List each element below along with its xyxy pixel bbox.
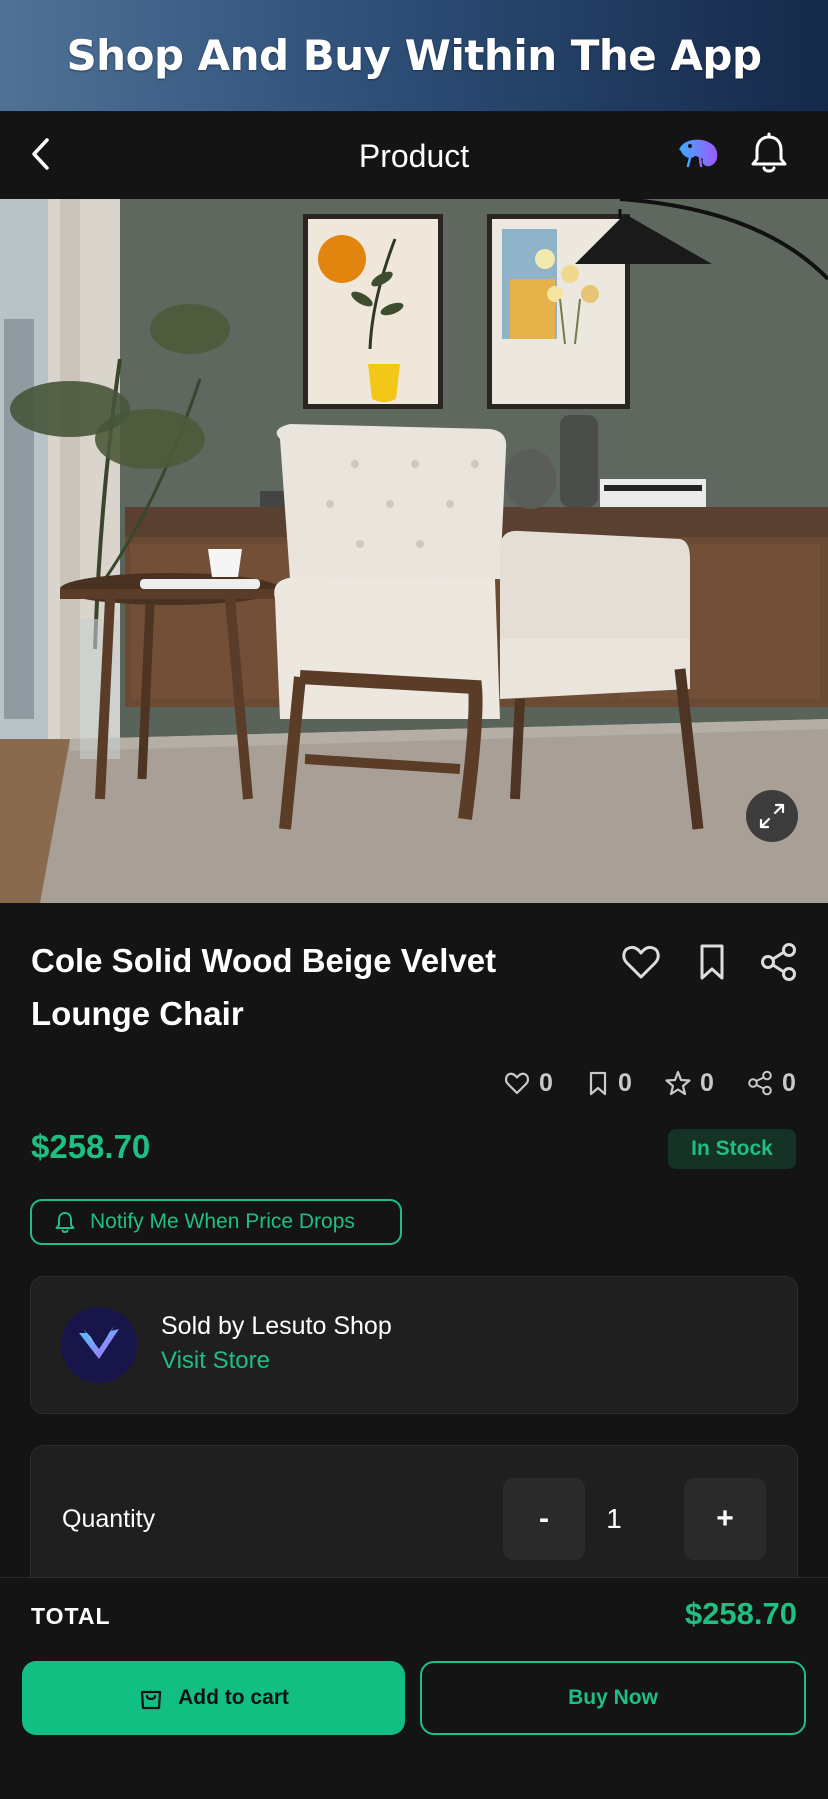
- buy-now-button[interactable]: Buy Now: [420, 1661, 806, 1735]
- star-icon: [665, 1070, 691, 1096]
- seller-logo-icon: [61, 1307, 137, 1383]
- chameleon-logo-icon[interactable]: [676, 134, 722, 174]
- share-count-value: 0: [782, 1068, 796, 1097]
- bookmark-small-icon: [589, 1071, 607, 1096]
- share-icon[interactable]: [757, 940, 801, 984]
- quantity-decrease-button[interactable]: -: [503, 1478, 585, 1560]
- promo-banner-text: Shop And Buy Within The App: [66, 31, 762, 80]
- bookmark-count: 0: [586, 1066, 632, 1100]
- share-count: 0: [746, 1066, 796, 1100]
- share-small-icon: [748, 1070, 772, 1096]
- add-to-cart-button[interactable]: Add to cart: [22, 1661, 405, 1735]
- like-count-value: 0: [539, 1068, 553, 1097]
- product-price: $258.70: [31, 1128, 151, 1165]
- quantity-increase-button[interactable]: +: [684, 1478, 766, 1560]
- total-label: TOTAL: [31, 1603, 111, 1629]
- notify-label: Notify Me When Price Drops: [90, 1210, 355, 1233]
- quantity-card: Quantity - 1 +: [30, 1445, 798, 1585]
- like-count: 0: [503, 1066, 553, 1100]
- bookmark-count-value: 0: [618, 1068, 632, 1097]
- bookmark-icon[interactable]: [690, 940, 734, 984]
- visit-store-link[interactable]: Visit Store: [161, 1347, 270, 1375]
- add-to-cart-label: Add to cart: [178, 1686, 289, 1709]
- seller-card[interactable]: Sold by Lesuto Shop Visit Store: [30, 1276, 798, 1414]
- promo-banner: Shop And Buy Within The App: [0, 0, 828, 112]
- bell-icon[interactable]: [748, 132, 790, 176]
- quantity-value: 1: [606, 1503, 622, 1534]
- product-title: Cole Solid Wood Beige Velvet Lounge Chai…: [31, 942, 497, 1032]
- bell-outline-icon: [55, 1212, 75, 1233]
- stock-badge: In Stock: [668, 1129, 796, 1169]
- rating-count: 0: [664, 1066, 714, 1100]
- product-image[interactable]: [0, 199, 828, 903]
- notify-price-drop-button[interactable]: Notify Me When Price Drops: [30, 1199, 402, 1245]
- rating-count-value: 0: [700, 1068, 714, 1097]
- buy-now-label: Buy Now: [568, 1686, 658, 1709]
- heart-small-icon: [505, 1072, 529, 1095]
- nav-bar: Product: [0, 112, 828, 199]
- shopping-bag-icon: [140, 1690, 162, 1710]
- heart-icon[interactable]: [619, 940, 663, 984]
- checkout-bar: TOTAL $258.70 Add to cart Buy Now: [0, 1577, 828, 1799]
- seller-name: Sold by Lesuto Shop: [161, 1312, 392, 1340]
- expand-image-icon[interactable]: [746, 790, 798, 842]
- total-value: $258.70: [684, 1596, 797, 1631]
- quantity-label: Quantity: [62, 1505, 156, 1533]
